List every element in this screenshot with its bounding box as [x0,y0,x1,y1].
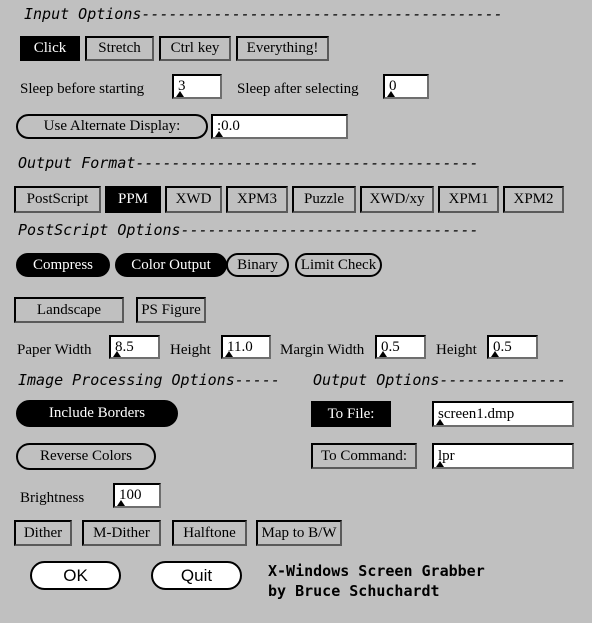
alternate-display-input[interactable]: :0.0 [211,114,348,139]
format-xpm3-label: XPM3 [236,191,277,207]
to-file-toggle[interactable]: To File: [311,401,391,427]
sleep-after-label: Sleep after selecting [237,81,359,97]
margin-height-label: Height [436,342,477,358]
ps-orientation-landscape-label: Landscape [36,301,102,318]
ps-toggle-limit-check-label: Limit Check [300,256,377,273]
format-xpm2-label: XPM2 [513,191,554,207]
brightness-label: Brightness [20,490,85,506]
section-header-output-options: Output Options-------------- [313,371,566,389]
dither-button-label: Dither [23,524,63,541]
to-file-input[interactable]: screen1.dmp [432,401,574,427]
format-xpm2[interactable]: XPM2 [503,186,564,213]
margin-height-input[interactable]: 0.5 [487,335,538,359]
to-file-label: To File: [327,405,375,422]
ps-toggle-compress-label: Compress [33,256,93,273]
sleep-before-label: Sleep before starting [20,81,145,97]
input-mode-everything[interactable]: Everything! [236,36,329,61]
format-ppm-label: PPM [117,191,149,207]
ps-toggle-color-output[interactable]: Color Output [115,253,227,277]
quit-button[interactable]: Quit [151,561,242,590]
include-borders-toggle[interactable]: Include Borders [16,400,178,427]
map-to-bw-button-label: Map to B/W [261,524,337,541]
paper-height-label: Height [170,342,211,358]
reverse-colors-label: Reverse Colors [39,448,133,464]
use-alternate-display-label: Use Alternate Display: [43,118,181,134]
format-puzzle[interactable]: Puzzle [292,186,356,213]
section-header-postscript-options: PostScript Options----------------------… [18,221,479,239]
reverse-colors-toggle[interactable]: Reverse Colors [16,443,156,470]
margin-width-input[interactable]: 0.5 [375,335,426,359]
dither-button[interactable]: Dither [14,520,72,546]
format-xpm3[interactable]: XPM3 [226,186,288,213]
format-xwd-label: XWD [175,191,212,207]
sleep-after-input[interactable]: 0 [383,74,429,99]
to-file-value: screen1.dmp [438,405,515,422]
m-dither-button[interactable]: M-Dither [82,520,161,546]
ps-toggle-binary[interactable]: Binary [226,253,289,277]
sleep-before-input[interactable]: 3 [172,74,222,99]
ps-ps-figure-label: PS Figure [141,301,201,318]
xgrabsc-window: Input Options---------------------------… [0,0,592,623]
margin-width-value: 0.5 [381,338,400,355]
input-mode-everything-label: Everything! [246,40,319,56]
section-header-image-processing-options: Image Processing Options----- [18,371,280,389]
ps-toggle-limit-check[interactable]: Limit Check [295,253,382,277]
sleep-after-value: 0 [389,78,397,94]
ok-button[interactable]: OK [30,561,121,590]
input-mode-click-label: Click [33,40,67,56]
format-xwd-xy-label: XWD/xy [369,191,425,207]
ps-ps-figure[interactable]: PS Figure [136,297,206,323]
quit-button-label: Quit [180,565,213,585]
include-borders-label: Include Borders [48,405,146,421]
halftone-button-label: Halftone [183,524,236,541]
format-xwd-xy[interactable]: XWD/xy [360,186,434,213]
input-mode-ctrl-key[interactable]: Ctrl key [159,36,231,61]
ps-toggle-compress[interactable]: Compress [16,253,110,277]
ps-toggle-color-output-label: Color Output [131,256,211,273]
format-puzzle-label: Puzzle [304,191,344,207]
input-mode-click[interactable]: Click [20,36,80,61]
input-mode-stretch-label: Stretch [98,40,141,56]
to-command-toggle[interactable]: To Command: [311,443,417,469]
alternate-display-value: :0.0 [217,118,240,134]
format-postscript-label: PostScript [26,191,89,207]
paper-height-input[interactable]: 11.0 [221,335,271,359]
to-command-input[interactable]: lpr [432,443,574,469]
input-mode-stretch[interactable]: Stretch [85,36,154,61]
halftone-button[interactable]: Halftone [172,520,247,546]
margin-width-label: Margin Width [280,342,365,358]
ps-orientation-landscape[interactable]: Landscape [14,297,124,323]
brightness-value: 100 [119,487,142,503]
brightness-input[interactable]: 100 [113,483,161,508]
use-alternate-display-toggle[interactable]: Use Alternate Display: [16,114,208,139]
paper-width-label: Paper Width [17,342,92,358]
m-dither-button-label: M-Dither [93,524,150,541]
margin-height-value: 0.5 [493,338,512,355]
paper-width-value: 8.5 [115,338,134,355]
to-command-label: To Command: [320,447,408,464]
paper-width-input[interactable]: 8.5 [109,335,160,359]
credit-line-1: X-Windows Screen Grabber [268,562,485,580]
format-postscript[interactable]: PostScript [14,186,101,213]
format-xpm1-label: XPM1 [448,191,489,207]
ps-toggle-binary-label: Binary [237,256,278,273]
section-header-input-options: Input Options---------------------------… [24,5,503,23]
format-xwd[interactable]: XWD [165,186,222,213]
sleep-before-value: 3 [178,78,186,94]
section-header-output-format: Output Format---------------------------… [18,154,479,172]
to-command-value: lpr [438,447,455,464]
paper-height-value: 11.0 [227,338,253,355]
ok-button-label: OK [63,565,88,585]
format-ppm[interactable]: PPM [105,186,161,213]
map-to-bw-button[interactable]: Map to B/W [256,520,342,546]
input-mode-ctrl-key-label: Ctrl key [170,40,220,56]
format-xpm1[interactable]: XPM1 [438,186,499,213]
credit-line-2: by Bruce Schuchardt [268,582,440,600]
